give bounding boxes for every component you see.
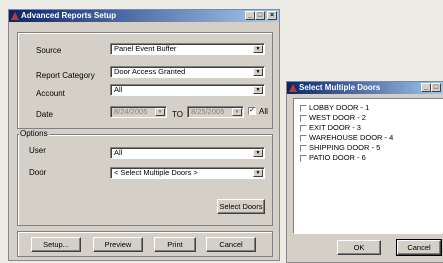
door-label: WAREHOUSE DOOR - 4 xyxy=(309,133,394,142)
setup-button[interactable]: Setup... xyxy=(31,237,81,252)
chevron-down-icon[interactable]: ▼ xyxy=(155,108,165,116)
report-category-label: Report Category xyxy=(36,71,95,80)
ok-button[interactable]: OK xyxy=(337,240,381,255)
maximize-icon[interactable]: □ xyxy=(431,83,441,92)
date-to-picker[interactable]: 8/25/2005 ▼ xyxy=(187,106,244,118)
chevron-down-icon[interactable]: ▼ xyxy=(253,149,263,157)
cancel-button[interactable]: Cancel xyxy=(206,237,256,252)
list-item[interactable]: WEST DOOR - 2 xyxy=(300,113,366,122)
door-label: EXIT DOOR - 3 xyxy=(309,123,361,132)
door-value: < Select Multiple Doors > xyxy=(114,168,198,177)
door-checkbox[interactable] xyxy=(300,134,307,142)
chevron-down-icon[interactable]: ▼ xyxy=(232,108,242,116)
source-select[interactable]: Panel Event Buffer ▼ xyxy=(110,43,265,55)
user-value: All xyxy=(114,148,123,157)
source-value: Panel Event Buffer xyxy=(114,44,177,53)
select-doors-window: Select Multiple Doors _ □ × LOBBY DOOR -… xyxy=(286,81,443,263)
advanced-reports-window: Advanced Reports Setup _ □ × Source Pane… xyxy=(8,9,280,261)
doors-cancel-button[interactable]: Cancel xyxy=(396,239,442,256)
door-label: LOBBY DOOR - 1 xyxy=(309,103,370,112)
app-icon xyxy=(289,84,297,92)
door-label: Door xyxy=(29,168,47,177)
door-label: SHIPPING DOOR - 5 xyxy=(309,143,381,152)
main-title-bar[interactable]: Advanced Reports Setup _ □ × xyxy=(9,10,279,22)
door-checkbox[interactable] xyxy=(300,154,307,162)
chevron-down-icon[interactable]: ▼ xyxy=(253,45,263,53)
list-item[interactable]: SHIPPING DOOR - 5 xyxy=(300,143,380,152)
minimize-icon[interactable]: _ xyxy=(421,83,431,92)
maximize-icon[interactable]: □ xyxy=(255,11,265,20)
list-item[interactable]: LOBBY DOOR - 1 xyxy=(300,103,369,112)
close-icon[interactable]: × xyxy=(267,11,277,20)
user-select[interactable]: All ▼ xyxy=(110,147,265,159)
chevron-down-icon[interactable]: ▼ xyxy=(253,68,263,76)
list-item[interactable]: EXIT DOOR - 3 xyxy=(300,123,361,132)
date-label: Date xyxy=(36,110,53,119)
all-dates-checkbox[interactable]: ✓ xyxy=(248,107,256,115)
select-doors-button[interactable]: Select Doors xyxy=(217,199,265,214)
door-checkbox[interactable] xyxy=(300,124,307,132)
date-from-picker[interactable]: 8/24/2005 ▼ xyxy=(110,106,167,118)
date-to-value: 8/25/2005 xyxy=(191,107,225,116)
date-from-value: 8/24/2005 xyxy=(114,107,148,116)
door-checkbox[interactable] xyxy=(300,144,307,152)
options-group-label: Options xyxy=(19,129,49,138)
main-window-title: Advanced Reports Setup xyxy=(21,11,117,20)
report-category-value: Door Access Granted xyxy=(114,67,186,76)
preview-button[interactable]: Preview xyxy=(93,237,143,252)
app-icon xyxy=(11,12,19,20)
account-label: Account xyxy=(36,89,65,98)
door-checkbox[interactable] xyxy=(300,114,307,122)
doors-list[interactable]: LOBBY DOOR - 1 WEST DOOR - 2 EXIT DOOR -… xyxy=(293,98,443,234)
source-label: Source xyxy=(36,46,62,55)
list-item[interactable]: WAREHOUSE DOOR - 4 xyxy=(300,133,393,142)
door-select[interactable]: < Select Multiple Doors > ▼ xyxy=(110,167,265,179)
door-label: PATIO DOOR - 6 xyxy=(309,153,366,162)
report-category-select[interactable]: Door Access Granted ▼ xyxy=(110,66,265,78)
door-label: WEST DOOR - 2 xyxy=(309,113,366,122)
account-select[interactable]: All ▼ xyxy=(110,84,265,96)
doors-window-title: Select Multiple Doors xyxy=(299,83,381,92)
user-label: User xyxy=(29,146,46,155)
door-checkbox[interactable] xyxy=(300,104,307,112)
doors-title-bar[interactable]: Select Multiple Doors _ □ × xyxy=(287,82,443,94)
chevron-down-icon[interactable]: ▼ xyxy=(253,169,263,177)
date-to-label: TO xyxy=(172,110,183,119)
account-value: All xyxy=(114,85,123,94)
print-button[interactable]: Print xyxy=(154,237,196,252)
minimize-icon[interactable]: _ xyxy=(245,11,255,20)
all-dates-label: All xyxy=(259,107,268,116)
chevron-down-icon[interactable]: ▼ xyxy=(253,86,263,94)
list-item[interactable]: PATIO DOOR - 6 xyxy=(300,153,366,162)
